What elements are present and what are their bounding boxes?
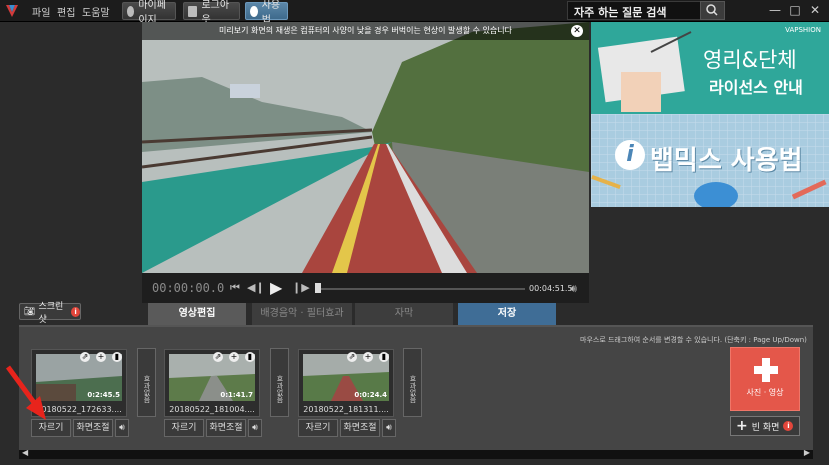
clip-add-icon[interactable]: +: [96, 352, 106, 362]
total-time: 00:04:51.5: [529, 284, 573, 293]
video-preview[interactable]: 미리보기 화면의 재생은 컴퓨터의 사양이 낮을 경우 버벅이는 현상이 발생할…: [142, 22, 589, 273]
clip-duration: 0:1:41.7: [220, 391, 253, 399]
info-icon: [250, 5, 258, 17]
cut-button[interactable]: 자르기: [31, 419, 71, 437]
clip-duration: 0:2:45.5: [87, 391, 120, 399]
top-bar: 파일 편집 도움말 마이페이지 로그아웃 사용법 자주 하는 질문 검색 — □…: [0, 0, 829, 26]
tab-music-filter[interactable]: 배경음악 · 필터효과: [252, 303, 352, 325]
menu-edit[interactable]: 편집: [57, 4, 75, 19]
volume-icon[interactable]: 🔊︎: [570, 282, 577, 296]
drag-hint: 마우스로 드래그하여 순서를 변경할 수 있습니다. (단축키 : Page U…: [580, 336, 807, 344]
license-ad-line2: 라이선스 안내: [709, 78, 803, 97]
search-icon: [706, 4, 718, 16]
logout-icon: [188, 5, 198, 17]
screenshot-info-icon[interactable]: i: [71, 306, 80, 317]
blank-screen-button[interactable]: + 빈 화면 i: [730, 416, 800, 436]
blank-screen-info-icon[interactable]: i: [783, 421, 794, 431]
skip-start-icon[interactable]: ⏮: [230, 281, 240, 295]
clip-volume-icon[interactable]: 🔊︎: [115, 419, 129, 437]
transition-effect-slot[interactable]: 효과없음: [270, 348, 289, 417]
menu-file[interactable]: 파일: [32, 4, 50, 19]
clip-actions: 자르기 화면조절 🔊︎: [164, 419, 262, 437]
transition-effect-slot[interactable]: 효과없음: [137, 348, 156, 417]
usage-button[interactable]: 사용법: [245, 0, 288, 26]
clip-card[interactable]: ⇗ + ▮ 0:1:41.7 20180522_181004....: [164, 349, 260, 417]
add-media-label: 사진 · 영상: [746, 388, 784, 397]
clip-actions: 자르기 화면조절 🔊︎: [298, 419, 396, 437]
minimize-icon[interactable]: —: [766, 2, 784, 18]
faq-search-label: 자주 하는 질문 검색: [574, 6, 667, 19]
screenshot-label: 스크린샷: [38, 301, 64, 325]
cut-button[interactable]: 자르기: [298, 419, 338, 437]
seek-bar[interactable]: [320, 288, 525, 290]
usage-guide-ad-banner[interactable]: i 뱁믹스 사용법: [591, 114, 829, 207]
clip-delete-icon[interactable]: ▮: [245, 352, 255, 362]
brand-label: VAPSHION: [785, 26, 821, 34]
clip-volume-icon[interactable]: 🔊︎: [248, 419, 262, 437]
timeline-scrollbar[interactable]: ◀ ▶: [19, 448, 813, 459]
step-forward-icon[interactable]: ❙▶: [292, 281, 310, 294]
scroll-right-icon[interactable]: ▶: [804, 448, 810, 457]
tab-video-edit[interactable]: 영상편집: [148, 303, 246, 325]
current-time: 00:00:00.0: [152, 281, 225, 295]
maximize-icon[interactable]: □: [786, 2, 804, 18]
logout-button[interactable]: 로그아웃: [183, 0, 240, 26]
user-icon: [127, 5, 135, 17]
add-media-button[interactable]: 사진 · 영상: [730, 347, 800, 411]
transition-effect-slot[interactable]: 효과없음: [403, 348, 422, 417]
tab-subtitle[interactable]: 자막: [355, 303, 453, 325]
preview-frame-image: [142, 22, 589, 273]
menu-help[interactable]: 도움말: [82, 4, 110, 19]
clip-name: 20180522_181311....: [303, 405, 389, 414]
usage-ad-title: 뱁믹스 사용법: [650, 146, 803, 176]
clip-add-icon[interactable]: +: [229, 352, 239, 362]
plus-icon: +: [736, 418, 748, 434]
resize-button[interactable]: 화면조절: [340, 419, 380, 437]
license-ad-line1: 영리&단체: [703, 48, 797, 72]
close-window-icon[interactable]: ✕: [806, 2, 824, 18]
clip-name: 20180522_181004....: [169, 405, 255, 414]
cut-button[interactable]: 자르기: [164, 419, 204, 437]
camera-icon: 📷︎: [24, 306, 36, 317]
clip-add-icon[interactable]: +: [363, 352, 373, 362]
step-back-icon[interactable]: ◀❙: [247, 281, 265, 294]
tab-save[interactable]: 저장: [458, 303, 556, 325]
close-banner-icon[interactable]: ✕: [571, 25, 583, 37]
play-icon[interactable]: ▶: [270, 278, 282, 297]
playback-controls: 00:00:00.0 ⏮ ◀❙ ▶ ❙▶ 00:04:51.5 🔊︎: [142, 273, 589, 303]
clip-card[interactable]: ⇗ + ▮ 0:0:24.4 20180522_181311....: [298, 349, 394, 417]
scroll-left-icon[interactable]: ◀: [22, 448, 28, 457]
blank-screen-label: 빈 화면: [751, 422, 780, 433]
clip-link-icon[interactable]: ⇗: [347, 352, 357, 362]
clip-actions: 자르기 화면조절 🔊︎: [31, 419, 129, 437]
license-ad-banner[interactable]: 영리&단체 라이선스 안내 VAPSHION: [591, 22, 829, 114]
seek-handle[interactable]: [315, 283, 321, 293]
clip-link-icon[interactable]: ⇗: [80, 352, 90, 362]
resize-button[interactable]: 화면조절: [206, 419, 246, 437]
clip-name: 20180522_172633....: [36, 405, 122, 414]
resize-button[interactable]: 화면조절: [73, 419, 113, 437]
clip-link-icon[interactable]: ⇗: [213, 352, 223, 362]
search-button[interactable]: [700, 1, 725, 20]
mypage-button[interactable]: 마이페이지: [122, 0, 176, 26]
screenshot-button[interactable]: 📷︎ 스크린샷 i: [19, 302, 81, 325]
clip-card[interactable]: ⇗ + ▮ 0:2:45.5 20180522_172633....: [31, 349, 127, 417]
app-logo-icon: [6, 5, 18, 17]
clip-volume-icon[interactable]: 🔊︎: [382, 419, 396, 437]
clip-duration: 0:0:24.4: [354, 391, 387, 399]
preview-warning-banner: 미리보기 화면의 재생은 컴퓨터의 사양이 낮을 경우 버벅이는 현상이 발생할…: [142, 22, 589, 40]
clip-delete-icon[interactable]: ▮: [379, 352, 389, 362]
info-badge-icon: i: [615, 140, 645, 170]
clip-delete-icon[interactable]: ▮: [112, 352, 122, 362]
